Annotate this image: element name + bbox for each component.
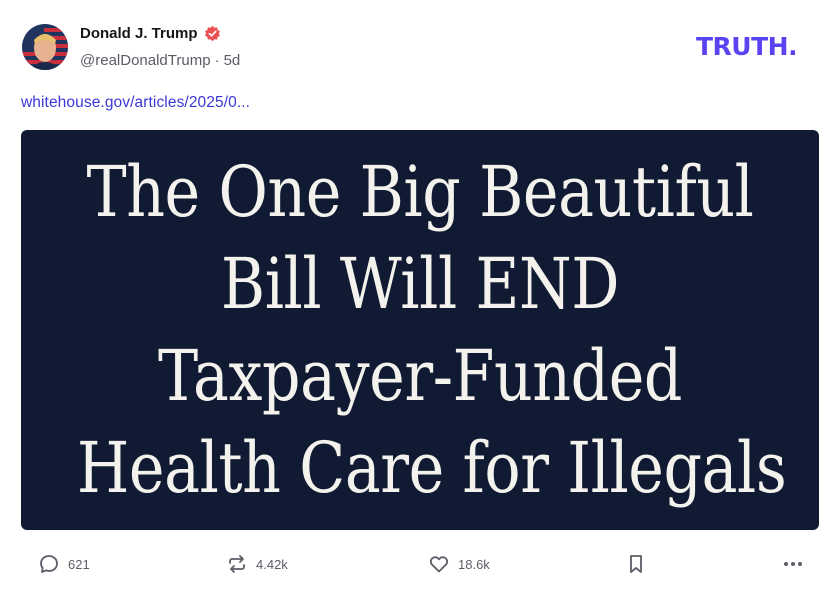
headline-line-1: The One Big Beautiful [86,151,754,233]
post-image[interactable]: The One Big Beautiful Bill Will END Taxp… [21,130,819,530]
avatar[interactable] [22,24,68,70]
image-headline: The One Big Beautiful Bill Will END Taxp… [21,146,819,514]
reply-button[interactable]: 621 [38,553,90,575]
like-count: 18.6k [458,556,490,572]
handle[interactable]: @realDonaldTrump [80,52,211,69]
bookmark-icon [626,553,646,575]
repost-arrows-icon [226,553,248,575]
handle-row: @realDonaldTrump · 5d [80,52,240,69]
retruth-count: 4.42k [256,556,288,572]
logo-text: TRUTH. [696,33,797,59]
article-link[interactable]: whitehouse.gov/articles/2025/0... [21,94,250,112]
more-options-button[interactable] [782,553,804,575]
reply-count: 621 [68,556,90,572]
separator: · [214,52,220,69]
speech-bubble-icon [38,553,60,575]
verified-badge-icon [204,25,221,42]
retruth-button[interactable]: 4.42k [226,553,288,575]
bookmark-button[interactable] [626,553,646,575]
post-age[interactable]: 5d [224,52,241,69]
like-button[interactable]: 18.6k [428,553,490,575]
truth-social-logo[interactable]: TRUTH. [696,33,818,59]
ellipsis-icon [782,553,804,575]
headline-line-4: Health Care for Illegals [76,427,787,509]
headline-line-2: Bill Will END [220,243,620,325]
headline-line-3: Taxpayer-Funded [157,335,683,417]
post-actions: 621 4.42k 18.6k [0,548,840,582]
display-name[interactable]: Donald J. Trump [80,25,198,42]
heart-icon [428,553,450,575]
author-name-row: Donald J. Trump [80,25,221,42]
